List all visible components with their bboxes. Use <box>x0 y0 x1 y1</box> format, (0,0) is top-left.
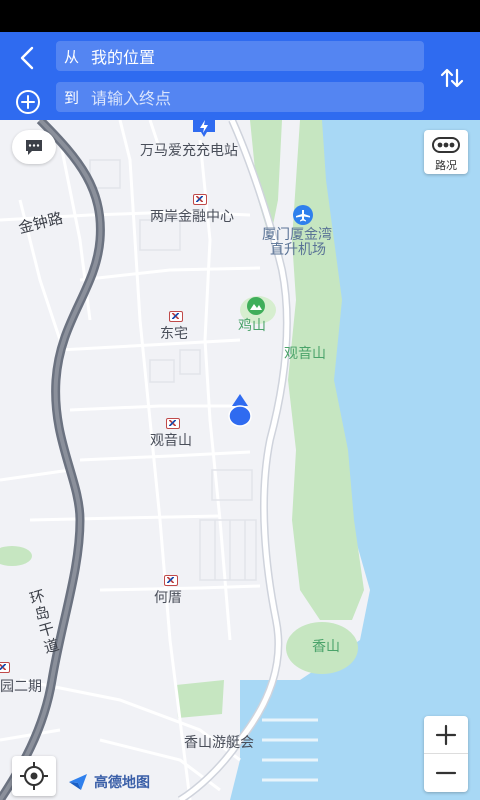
origin-value: 我的位置 <box>91 48 156 67</box>
current-location-marker <box>228 394 252 427</box>
charging-pin-icon[interactable] <box>190 120 218 142</box>
origin-field[interactable]: 从 我的位置 <box>56 41 424 71</box>
traffic-label: 路况 <box>435 159 457 172</box>
origin-prefix: 从 <box>64 47 80 66</box>
dongzhai-label[interactable]: 东宅 <box>160 323 188 343</box>
xiangshan-yacht-label[interactable]: 香山游艇会 <box>184 732 254 752</box>
metro-icon <box>164 575 178 586</box>
locate-me-button[interactable] <box>12 756 56 796</box>
chat-bubble-icon <box>26 140 42 155</box>
guanyinshan-area-label[interactable]: 观音山 <box>284 343 326 363</box>
destination-placeholder: 请输入终点 <box>91 89 172 108</box>
route-panel: 从 我的位置 到 请输入终点 <box>0 32 480 120</box>
zoom-in-button[interactable] <box>424 716 468 754</box>
yuan-phase2-label[interactable]: 园二期 <box>0 676 42 696</box>
map-base-layer <box>0 120 480 800</box>
zoom-out-button[interactable] <box>424 754 468 792</box>
charging-station-label[interactable]: 万马爱充充电站 <box>140 140 238 160</box>
xiangshan-label[interactable]: 香山 <box>312 636 340 656</box>
metro-icon <box>0 662 10 673</box>
plus-icon <box>435 724 457 746</box>
heliport-label-line2[interactable]: 直升机场 <box>270 239 326 259</box>
destination-field[interactable]: 到 请输入终点 <box>56 82 424 112</box>
zoom-controls <box>424 716 468 792</box>
amap-logo-icon <box>69 774 87 790</box>
chevron-left-icon <box>20 46 34 70</box>
swap-route-button[interactable] <box>438 62 466 94</box>
status-bar <box>0 0 480 32</box>
hecuo-label[interactable]: 何厝 <box>154 587 182 607</box>
map-view[interactable]: 万马爱充充电站 金钟路 两岸金融中心 厦门厦金湾 直升机场 鸡山 东宅 观音山 … <box>0 120 480 800</box>
message-button[interactable] <box>12 130 56 164</box>
minus-icon <box>435 771 457 775</box>
brand-name: 高德地图 <box>94 775 150 791</box>
metro-icon <box>166 418 180 429</box>
park-icon[interactable] <box>246 296 266 316</box>
guanyinshan-station-label[interactable]: 观音山 <box>150 430 192 450</box>
add-waypoint-button[interactable] <box>12 86 44 118</box>
metro-icon <box>169 311 183 322</box>
destination-prefix: 到 <box>64 88 80 107</box>
plus-circle-icon <box>16 90 40 114</box>
brand-logo: 高德地图 <box>68 772 150 792</box>
liangan-finance-label[interactable]: 两岸金融中心 <box>150 206 234 226</box>
traffic-light-icon <box>432 137 460 153</box>
traffic-toggle-button[interactable]: 路况 <box>424 130 468 174</box>
metro-icon <box>193 194 207 205</box>
jishan-label[interactable]: 鸡山 <box>238 315 266 335</box>
back-button[interactable] <box>12 42 44 74</box>
swap-icon <box>440 68 464 88</box>
airplane-icon[interactable] <box>292 204 314 226</box>
target-icon <box>20 762 48 790</box>
